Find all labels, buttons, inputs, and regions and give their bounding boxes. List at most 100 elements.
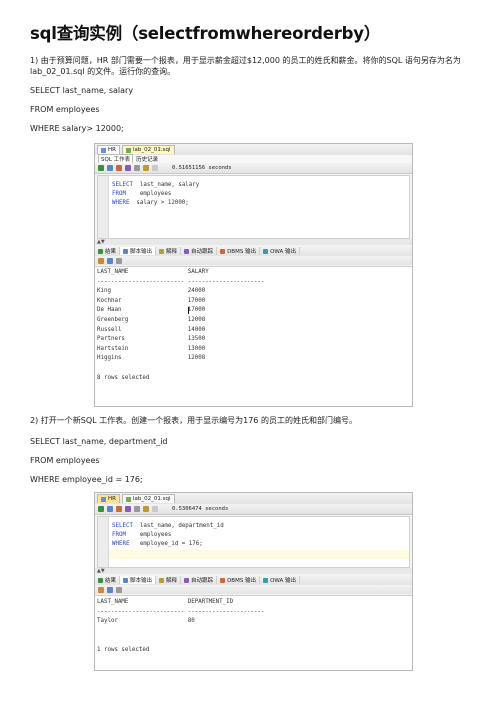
worksheet-toolbar: 0.51651156 seconds	[95, 163, 412, 174]
sql-line: SELECT last_name, salary	[30, 86, 134, 95]
code-line: SELECT last_name, department_id	[112, 523, 224, 529]
rollback-icon[interactable]	[125, 506, 131, 512]
step-2-description: 2) 打开一个新SQL 工作表。创建一个报表，用于显示编号为176 的员工的姓氏…	[30, 416, 357, 425]
commit-icon[interactable]	[116, 506, 122, 512]
sql-line: FROM employees	[30, 456, 100, 465]
table-row: Hartstein 13000	[97, 345, 206, 352]
autotrace-icon	[184, 248, 190, 254]
tab-dbms-output[interactable]: DBMS 输出	[217, 247, 261, 255]
code-line: SELECT last_name, salary	[112, 182, 200, 188]
explain-plan-icon[interactable]	[143, 506, 149, 512]
commit-icon[interactable]	[116, 165, 122, 171]
execution-time: 0.5306474 seconds	[172, 506, 229, 512]
tab-lab-02-01-sql[interactable]: lab_02_01.sql	[121, 494, 175, 503]
table-row: Russell 14000	[97, 326, 206, 333]
code-line: FROM employees	[112, 532, 172, 538]
pencil-icon[interactable]	[98, 257, 104, 264]
text-cursor	[188, 307, 189, 314]
pane-splitter[interactable]: ▲▼	[95, 568, 412, 574]
dbms-output-icon	[220, 577, 226, 583]
owa-output-icon	[263, 577, 269, 583]
script-output-pane: LAST_NAME SALARY -----------------------…	[95, 266, 412, 406]
output-toolbar	[95, 256, 412, 265]
table-row: Partners 13500	[97, 336, 206, 343]
sql-line: FROM employees	[30, 105, 100, 114]
cancel-icon[interactable]	[134, 506, 140, 512]
column-header: LAST_NAME SALARY	[97, 269, 209, 275]
tab-results[interactable]: 结果	[95, 576, 121, 584]
sql-developer-screenshot-2: HR lab_02_01.sql 0.5306474 seconds SELEC…	[94, 492, 413, 671]
pencil-icon[interactable]	[98, 586, 104, 593]
output-toolbar	[95, 585, 412, 594]
line-gutter	[98, 517, 109, 567]
script-output-pane: LAST_NAME DEPARTMENT_ID ----------------…	[95, 595, 412, 670]
tab-script-output[interactable]: 脚本输出	[120, 576, 157, 584]
tab-dbms-output[interactable]: DBMS 输出	[217, 576, 261, 584]
tab-owa-output[interactable]: OWA 输出	[260, 247, 301, 255]
tab-lab-02-01-sql[interactable]: lab_02_01.sql	[121, 145, 175, 154]
run-script-icon[interactable]	[107, 506, 113, 512]
sql-editor[interactable]: SELECT last_name, salary FROM employees …	[97, 175, 410, 239]
tab-script-output[interactable]: 脚本输出	[120, 247, 157, 255]
sql-line: WHERE employee_id = 176;	[30, 475, 143, 484]
tab-results[interactable]: 结果	[95, 247, 121, 255]
tab-hr[interactable]: HR	[97, 494, 120, 503]
explain-icon	[159, 577, 165, 583]
results-icon	[98, 248, 103, 254]
subtab-history[interactable]: 历史记录	[136, 155, 158, 163]
explain-plan-icon[interactable]	[143, 165, 149, 171]
autotrace-icon	[184, 577, 190, 583]
execution-time: 0.51651156 seconds	[172, 165, 232, 171]
tab-hr[interactable]: HR	[97, 145, 120, 154]
database-icon	[101, 147, 106, 153]
page-title: sql查询实例（selectfromwhereorderby）	[30, 24, 381, 43]
tab-owa-output[interactable]: OWA 输出	[260, 576, 301, 584]
tab-autotrace[interactable]: 自动跟踪	[181, 247, 218, 255]
clear-icon[interactable]	[152, 165, 158, 171]
sql-developer-screenshot-1: HR lab_02_01.sql SQL 工作表 历史记录 0.51651156…	[94, 143, 413, 407]
table-row: Greenberg 12008	[97, 317, 206, 323]
document-page: sql查询实例（selectfromwhereorderby） 1) 由于预算问…	[0, 0, 504, 713]
rows-selected-status: 8 rows selected	[97, 374, 150, 381]
code-line: WHERE salary > 12000;	[112, 200, 189, 206]
table-row: King 24000	[97, 288, 206, 295]
tab-explain[interactable]: 解释	[156, 247, 182, 255]
print-icon[interactable]	[116, 257, 122, 264]
table-row: Kochhar 17000	[97, 297, 206, 304]
clear-icon[interactable]	[152, 506, 158, 512]
step-1-description: 1) 由于预算问题，HR 部门需要一个报表，用于显示薪金超过$12,000 的员…	[30, 56, 461, 76]
sql-editor[interactable]: SELECT last_name, department_id FROM emp…	[97, 516, 410, 568]
save-icon[interactable]	[107, 586, 113, 593]
rows-selected-status: 1 rows selected	[97, 647, 150, 653]
code-line: WHERE employee_id = 176;	[112, 541, 203, 547]
dbms-output-icon	[220, 248, 226, 254]
rollback-icon[interactable]	[125, 165, 131, 171]
sql-line: WHERE salary> 12000;	[30, 124, 124, 133]
run-statement-icon[interactable]	[98, 165, 104, 171]
explain-icon	[159, 248, 165, 254]
line-gutter	[98, 176, 109, 238]
current-line-highlight	[109, 550, 409, 559]
column-header: LAST_NAME DEPARTMENT_ID	[97, 599, 234, 605]
column-rule: ------------------------- --------------…	[97, 278, 265, 285]
tab-explain[interactable]: 解释	[156, 576, 182, 584]
owa-output-icon	[263, 248, 269, 254]
column-rule: ------------------------- --------------…	[97, 608, 265, 615]
sql-file-icon	[125, 147, 131, 153]
sql-file-icon	[125, 496, 131, 502]
table-row: Taylor 80	[97, 618, 195, 625]
results-icon	[98, 577, 103, 583]
save-icon[interactable]	[107, 257, 113, 264]
print-icon[interactable]	[116, 586, 122, 593]
timer-icon	[164, 506, 170, 512]
tab-autotrace[interactable]: 自动跟踪	[181, 576, 218, 584]
script-output-icon	[123, 248, 129, 254]
pane-splitter[interactable]: ▲▼	[95, 239, 412, 245]
sql-line: SELECT last_name, department_id	[30, 437, 168, 446]
run-statement-icon[interactable]	[98, 506, 104, 512]
timer-icon	[164, 165, 170, 171]
run-script-icon[interactable]	[107, 165, 113, 171]
database-icon	[101, 496, 106, 502]
cancel-icon[interactable]	[134, 165, 140, 171]
table-row: Higgins 12008	[97, 355, 206, 362]
